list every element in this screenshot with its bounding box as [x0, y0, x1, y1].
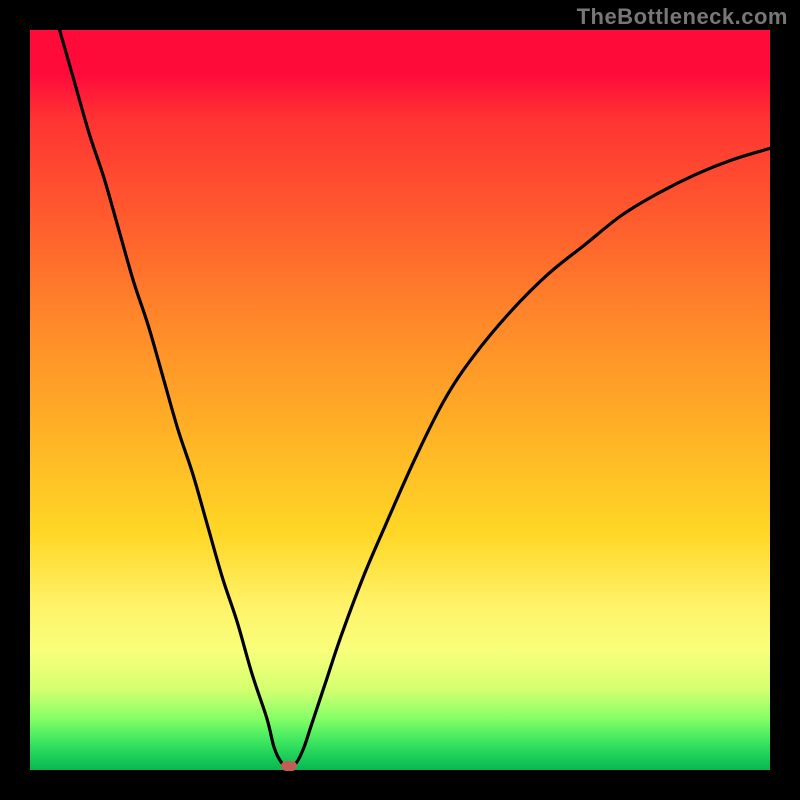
- bottleneck-curve: [30, 30, 770, 770]
- chart-frame: TheBottleneck.com: [0, 0, 800, 800]
- plot-area: [30, 30, 770, 770]
- watermark-text: TheBottleneck.com: [577, 4, 788, 30]
- minimum-marker: [281, 761, 297, 771]
